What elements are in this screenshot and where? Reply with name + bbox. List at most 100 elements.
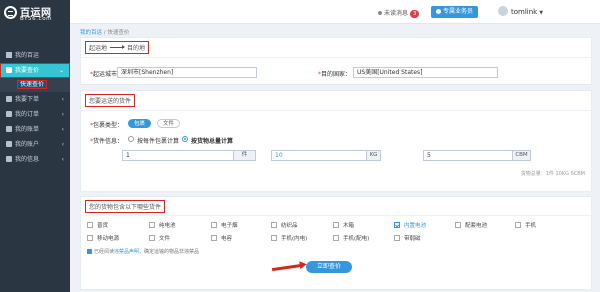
chevron-left-icon: ‹ [61, 96, 64, 103]
agreement-post: ，确定运输的物品非违禁品 [139, 249, 200, 255]
home-icon [6, 52, 12, 58]
user-menu[interactable]: tomlink ▼ [498, 5, 543, 19]
contents-title: 您的货物包含以下哪些货件 [84, 200, 166, 213]
contents-panel: 您的货物包含以下哪些货件 普货 纯电池 电子烟 纺织品 木箱 内置电池 配套电池… [80, 196, 592, 290]
goods-panel: 您要运送的货件 *包裹类型： 包裹 文件 *货件信息： 按每件包裹计算 按货物总… [80, 90, 592, 192]
topbar: 未读消息 3 专属业务员 tomlink ▼ [70, 0, 600, 24]
goods-label: 带弱磁 [404, 236, 421, 242]
mode-radio-total[interactable] [182, 136, 188, 142]
goods-checkbox[interactable] [271, 235, 277, 241]
goods-label: 手机(配电) [343, 236, 370, 242]
goods-checkbox[interactable] [211, 222, 217, 228]
goods-checkbox[interactable] [149, 222, 155, 228]
dest-label: *目的国家： [318, 71, 352, 78]
sidebar-item-label: 我的账户 [15, 141, 40, 148]
goods-label: 移动电源 [97, 236, 120, 242]
mode-radio-per-parcel[interactable] [128, 136, 134, 142]
sidebar-item-order[interactable]: 我要下单 ‹ [0, 92, 70, 107]
mode-label-total: 按货物总量计算 [191, 138, 234, 145]
goods-label: 木箱 [343, 223, 355, 229]
goods-label: 纯电池 [159, 223, 176, 229]
messages-badge: 3 [410, 10, 420, 18]
info-label: *货件信息： [90, 138, 124, 145]
volume-input[interactable]: 5 [423, 150, 513, 161]
sidebar-subitem-quick-quote[interactable]: 快速查价 [0, 78, 70, 92]
goods-checkbox[interactable] [333, 235, 339, 241]
logo-mark-icon [4, 6, 17, 19]
agreement-checkbox[interactable] [87, 248, 92, 254]
agreement-link[interactable]: 违禁品声明 [114, 249, 139, 255]
messages-label: 未读消息 [384, 10, 409, 17]
avatar [498, 6, 508, 16]
goods-checkbox[interactable] [333, 222, 339, 228]
sidebar-nav: 我的百运 我要查价 ⌄ 快速查价 我要下单 ‹ 我的订单 ‹ 我的账单 ‹ 我的… [0, 48, 70, 167]
goods-label: 纺织品 [281, 223, 298, 229]
chevron-left-icon: ‹ [61, 156, 64, 163]
goods-checkbox-checked[interactable] [394, 222, 400, 228]
sidebar-item-label: 我的百运 [15, 52, 40, 59]
logo[interactable]: 百运网 BY56.com [0, 0, 70, 28]
type-label: *包裹类型： [90, 122, 124, 129]
goods-checkbox[interactable] [211, 235, 217, 241]
sidebar-item-bills[interactable]: 我的账单 ‹ [0, 122, 70, 137]
divider [81, 57, 591, 58]
mode-label-per-parcel: 按每件包裹计算 [137, 138, 180, 145]
agent-button[interactable]: 专属业务员 [431, 6, 479, 18]
sidebar: 百运网 BY56.com 我的百运 我要查价 ⌄ 快速查价 我要下单 ‹ 我的订… [0, 0, 70, 292]
chevron-down-icon: ⌄ [58, 67, 64, 74]
route-title-to: 目的地 [127, 45, 146, 52]
username: tomlink [511, 8, 538, 16]
goods-label: 文件 [159, 236, 171, 242]
agent-button-label: 专属业务员 [443, 8, 474, 15]
quantity-unit: 件 [234, 150, 256, 161]
bill-icon [6, 126, 12, 132]
bell-icon [378, 11, 382, 15]
list-icon [6, 111, 12, 117]
goods-checkbox[interactable] [515, 222, 521, 228]
goods-checkbox[interactable] [87, 222, 93, 228]
brand-sub: BY56.com [20, 16, 53, 22]
sidebar-item-label: 我的订单 [15, 111, 40, 118]
goods-checkbox[interactable] [271, 222, 277, 228]
route-title-from: 起运地 [89, 45, 108, 52]
chevron-left-icon: ‹ [61, 111, 64, 118]
goods-label: 手机 [525, 223, 537, 229]
agreement-pre: 已经阅读 [94, 249, 115, 255]
origin-field[interactable]: 深圳市[Shenzhen] [117, 67, 257, 78]
goods-checkbox[interactable] [455, 222, 461, 228]
quantity-input[interactable]: 1 [122, 150, 234, 161]
divider [81, 110, 591, 111]
info-icon [6, 156, 12, 162]
goods-checkbox[interactable] [87, 235, 93, 241]
messages-link[interactable]: 未读消息 3 [378, 8, 420, 18]
user-icon [436, 8, 441, 14]
dest-field[interactable]: US美国[United States] [353, 67, 498, 78]
type-option-document[interactable]: 文件 [157, 119, 181, 128]
sidebar-item-account[interactable]: 我的账户 ‹ [0, 137, 70, 152]
breadcrumb-home[interactable]: 我的百运 [80, 30, 102, 36]
caret-down-icon: ▼ [539, 10, 544, 16]
goods-label: 内置电池 [404, 223, 427, 229]
sidebar-item-quote[interactable]: 我要查价 ⌄ [0, 63, 70, 78]
goods-label: 普货 [97, 223, 109, 229]
type-option-parcel[interactable]: 包裹 [128, 119, 152, 128]
goods-title: 您要运送的货件 [84, 94, 136, 107]
submit-quote-button[interactable]: 立即查价 [306, 261, 352, 273]
weight-input[interactable]: 10 [271, 150, 367, 161]
chevron-left-icon: ‹ [61, 141, 64, 148]
cart-icon [6, 96, 12, 102]
sidebar-subitem-label: 快速查价 [16, 80, 48, 89]
breadcrumb: 我的百运 / 快速查价 [80, 28, 129, 36]
route-title: 起运地 目的地 [84, 41, 150, 54]
chevron-left-icon: ‹ [61, 126, 64, 133]
sidebar-item-my-orders[interactable]: 我的订单 ‹ [0, 107, 70, 122]
goods-checkbox[interactable] [149, 235, 155, 241]
sidebar-item-info[interactable]: 我的信息 ‹ [0, 152, 70, 167]
goods-checkbox[interactable] [394, 235, 400, 241]
sidebar-item-label: 我的账单 [15, 126, 40, 133]
sidebar-item-home[interactable]: 我的百运 [0, 48, 70, 63]
breadcrumb-current: 快速查价 [107, 30, 130, 36]
goods-label: 配套电池 [465, 223, 488, 229]
agreement-row[interactable]: 已经阅读违禁品声明，确定运输的物品非违禁品 [87, 248, 199, 255]
search-icon [6, 67, 12, 73]
